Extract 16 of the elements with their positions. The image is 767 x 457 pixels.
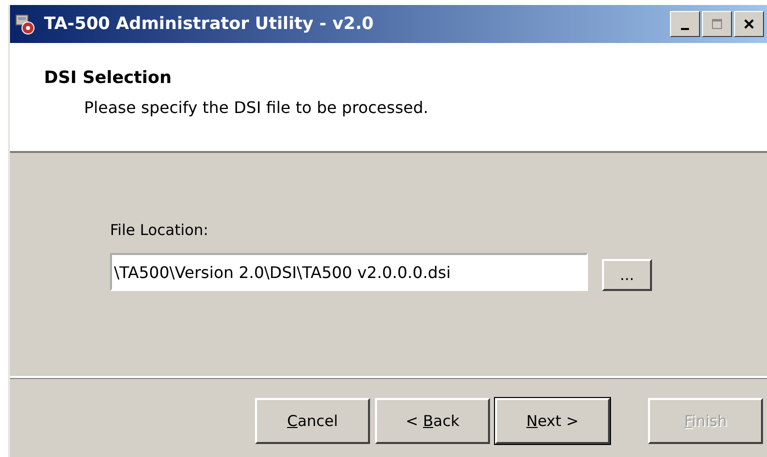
wizard-button[interactable]: Next > bbox=[495, 398, 610, 444]
field-label: File Location: bbox=[110, 221, 210, 239]
wizard-button[interactable]: Cancel bbox=[255, 398, 370, 444]
app-icon bbox=[14, 13, 36, 35]
maximize-button[interactable] bbox=[702, 11, 732, 37]
window-title: TA-500 Administrator Utility - v2.0 bbox=[44, 14, 375, 34]
close-icon bbox=[743, 18, 755, 30]
minimize-icon bbox=[681, 28, 689, 30]
page-heading: DSI Selection bbox=[44, 68, 173, 88]
minimize-button[interactable] bbox=[670, 11, 700, 37]
close-button[interactable] bbox=[734, 11, 764, 37]
browse-button[interactable]: ... bbox=[602, 259, 652, 291]
maximize-icon bbox=[711, 18, 723, 30]
wizard-button[interactable]: < Back bbox=[375, 398, 490, 444]
file-path-field[interactable]: \TA500\Version 2.0\DSI\TA500 v2.0.0.0.dsi bbox=[110, 253, 588, 291]
page-description: Please specify the DSI file to be processed. bbox=[84, 98, 430, 117]
